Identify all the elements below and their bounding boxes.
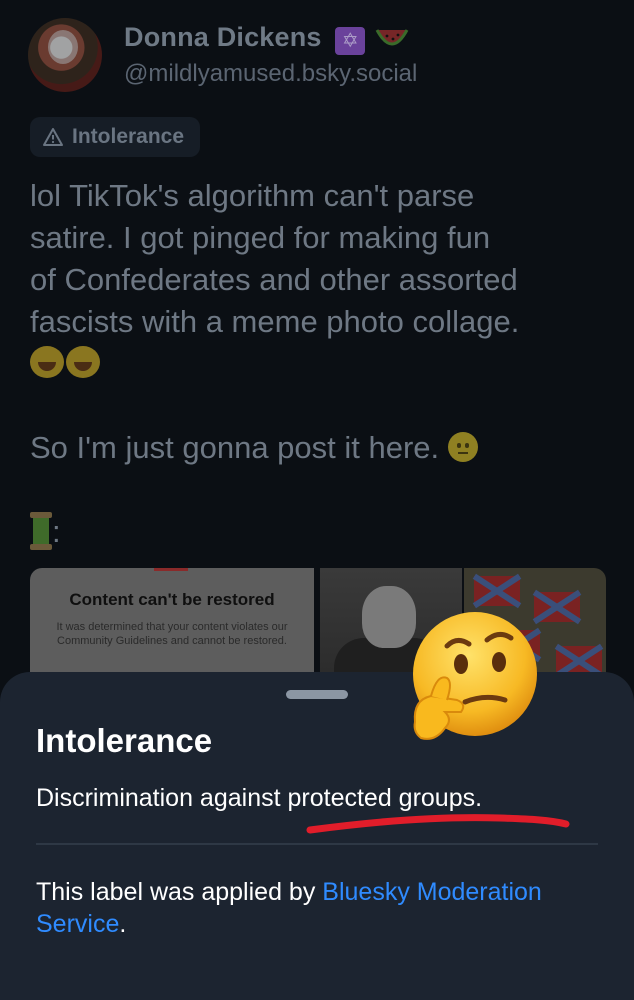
post-text-line: of Confederates and other assorted [30, 262, 518, 297]
rolling-laughing-emoji-icon [66, 346, 100, 378]
post-text-line: satire. I got pinged for making fun [30, 220, 491, 255]
flag-shape [474, 576, 520, 606]
red-underline-annotation [306, 814, 570, 834]
user-handle[interactable]: @mildlyamused.bsky.social [124, 60, 417, 88]
post-text-line: lol TikTok's algorithm can't parse [30, 178, 475, 213]
post-text-line: So I'm just gonna post it here. [30, 427, 620, 469]
tiktok-notice-title: Content can't be restored [69, 590, 275, 609]
red-bar [154, 568, 188, 571]
post-card[interactable]: Donna Dickens ✡ @mildlyamused.bsky.socia… [0, 0, 634, 690]
thinking-face-emoji [413, 612, 537, 740]
label-source-text: This label was applied by Bluesky Modera… [36, 876, 596, 940]
star-of-david-icon: ✡ [335, 23, 366, 55]
avatar[interactable] [28, 18, 102, 92]
label-source-prefix: This label was applied by [36, 878, 323, 906]
label-source-suffix: . [119, 910, 127, 938]
warning-triangle-icon [43, 128, 63, 146]
rolling-laughing-emoji-icon [30, 346, 64, 378]
thread-line: : [30, 511, 620, 553]
post-text: lol TikTok's algorithm can't parse satir… [30, 175, 620, 553]
display-name-row[interactable]: Donna Dickens ✡ [124, 22, 409, 55]
sheet-title: Intolerance [36, 722, 213, 759]
content-label-text: Intolerance [72, 125, 185, 148]
laughing-emoji-line [30, 343, 620, 385]
sheet-divider [36, 843, 598, 845]
thread-spool-emoji-icon [30, 512, 52, 550]
neutral-face-emoji-icon [447, 432, 478, 462]
display-name[interactable]: Donna Dickens [124, 22, 322, 52]
tiktok-screenshot-image[interactable]: Content can't be restored It was determi… [30, 568, 314, 688]
watermelon-icon [375, 29, 409, 46]
post-text-line: fascists with a meme photo collage. [30, 304, 520, 339]
sheet-drag-handle[interactable] [286, 690, 348, 699]
thread-colon: : [52, 514, 61, 549]
content-label-chip[interactable]: Intolerance [30, 117, 201, 157]
tiktok-notice-body: It was determined that your content viol… [56, 621, 288, 647]
post-text-second-paragraph: So I'm just gonna post it here. [30, 430, 440, 465]
